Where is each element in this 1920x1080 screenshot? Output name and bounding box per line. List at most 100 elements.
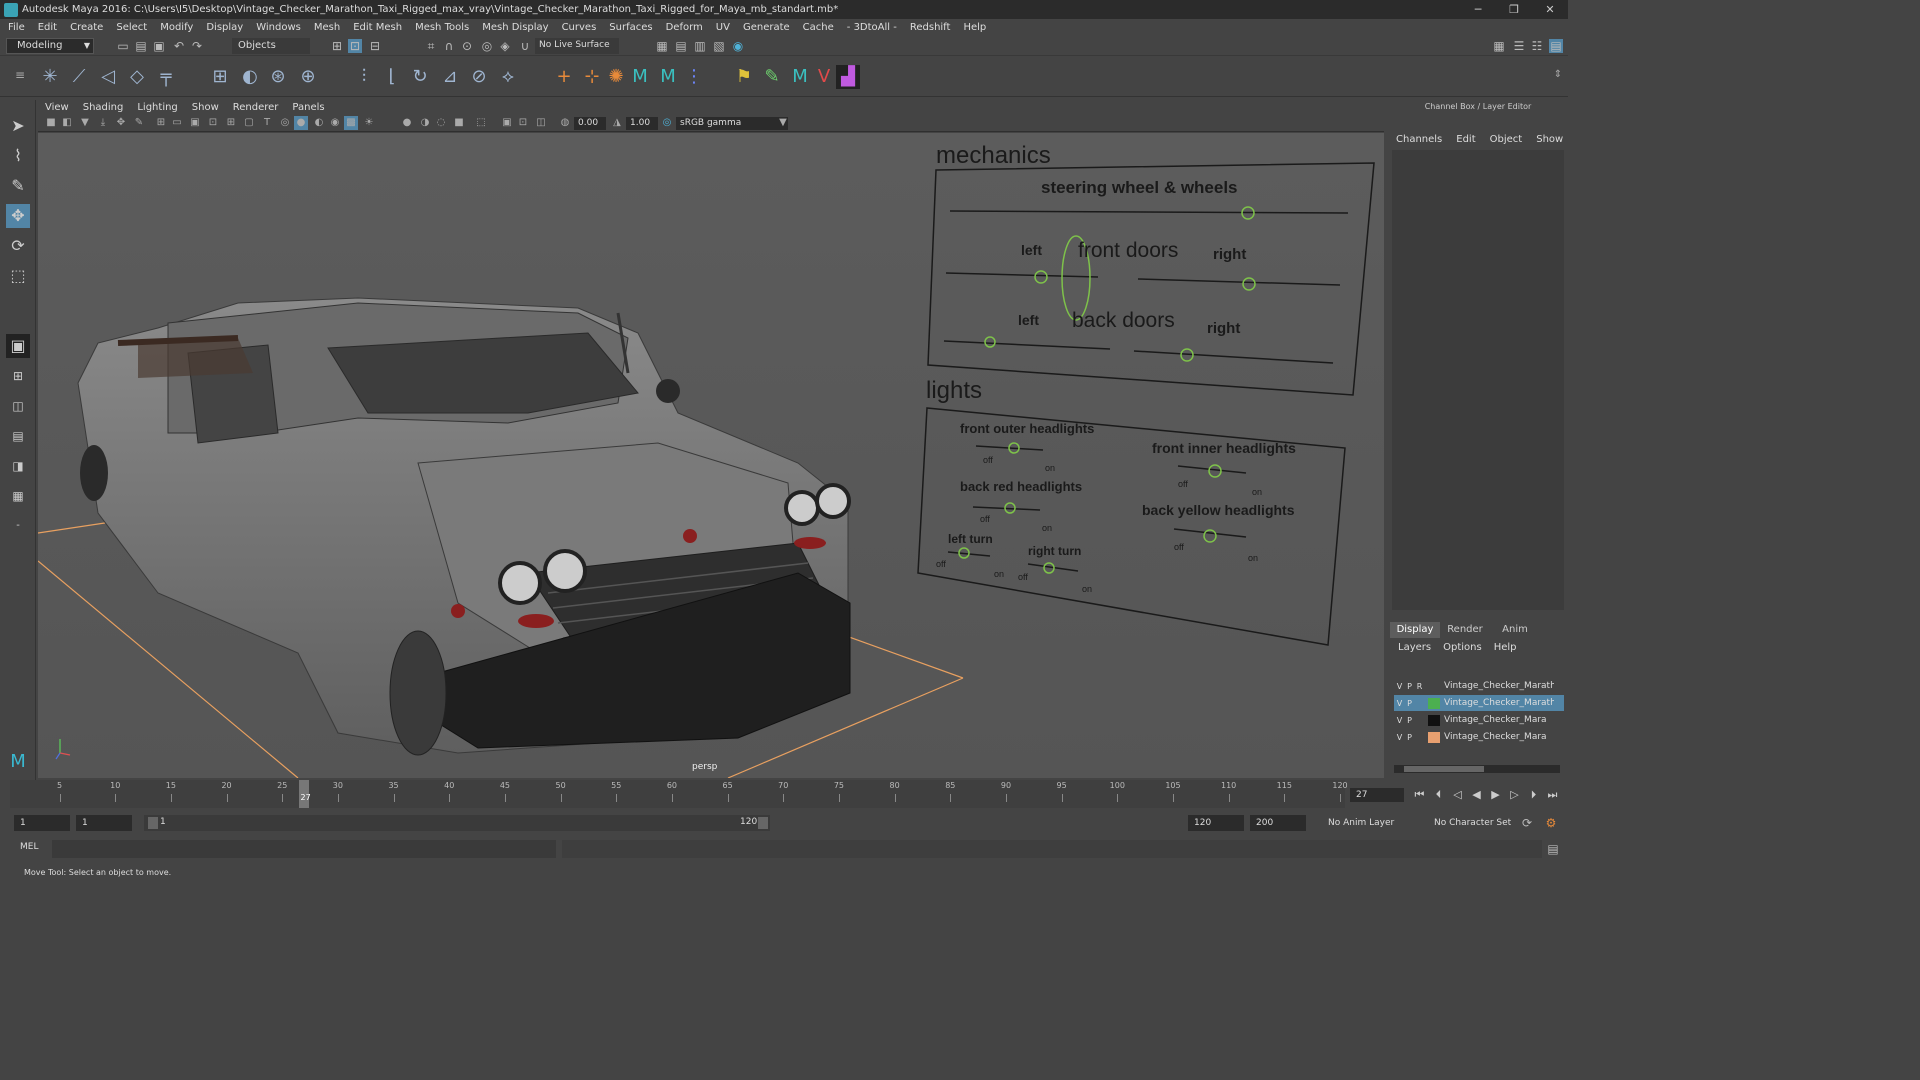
- command-input[interactable]: [52, 840, 556, 858]
- menu-redshift[interactable]: Redshift: [910, 22, 951, 33]
- safe-action-icon[interactable]: ▢: [242, 116, 256, 130]
- cv-curve-icon[interactable]: ⟋: [67, 65, 91, 89]
- layer-row[interactable]: V P Vintage_Checker_Mara: [1394, 712, 1564, 728]
- open-scene-icon[interactable]: ▤: [134, 39, 148, 53]
- smooth-shade-icon[interactable]: ●: [294, 116, 308, 130]
- playback-start-field[interactable]: 1: [76, 815, 132, 831]
- new-scene-icon[interactable]: ▭: [116, 39, 130, 53]
- auto-key-icon[interactable]: ⚙: [1544, 816, 1558, 830]
- modeling-toolkit-icon[interactable]: ▦: [1492, 39, 1506, 53]
- layer-color-swatch[interactable]: [1428, 731, 1440, 743]
- layer-playback-toggle[interactable]: P: [1405, 733, 1414, 742]
- menu-deform[interactable]: Deform: [666, 22, 703, 33]
- menu-cache[interactable]: Cache: [803, 22, 834, 33]
- render-view-icon[interactable]: ▦: [655, 39, 669, 53]
- snap-view-icon[interactable]: ◎: [480, 39, 494, 53]
- single-view-icon[interactable]: ▣: [6, 334, 30, 358]
- tab-display[interactable]: Display: [1390, 622, 1440, 638]
- menu-uv[interactable]: UV: [716, 22, 730, 33]
- menu-mesh-tools[interactable]: Mesh Tools: [415, 22, 469, 33]
- script-icon[interactable]: ⋮: [682, 65, 706, 89]
- script-editor-icon[interactable]: ▤: [1546, 842, 1560, 856]
- mel-label[interactable]: MEL: [20, 842, 38, 852]
- render-frame-icon[interactable]: ▤: [674, 39, 688, 53]
- step-back-frame-button[interactable]: ◁: [1448, 788, 1467, 802]
- shelf-menu-icon[interactable]: ≡: [8, 63, 32, 87]
- grease-pencil-icon[interactable]: ✎: [132, 116, 146, 130]
- character-set-dropdown[interactable]: No Character Set: [1430, 815, 1526, 831]
- camera-attributes-icon[interactable]: ◧: [60, 116, 74, 130]
- snap-surface-icon[interactable]: ◈: [498, 39, 512, 53]
- redo-icon[interactable]: ↷: [190, 39, 204, 53]
- orient-constraint-icon[interactable]: ✺: [604, 65, 628, 89]
- scale-tool-icon[interactable]: ⬚: [6, 264, 30, 288]
- xray-joints-icon[interactable]: ⊡: [516, 116, 530, 130]
- paint-select-icon[interactable]: ✎: [6, 174, 30, 198]
- selection-mask-dropdown[interactable]: Objects: [232, 38, 310, 54]
- xray-components-icon[interactable]: ◫: [534, 116, 548, 130]
- layout-hypershade-icon[interactable]: ◨: [6, 454, 30, 478]
- go-to-start-button[interactable]: ⏮: [1410, 788, 1429, 802]
- rotate-tool-icon[interactable]: ⟳: [6, 234, 30, 258]
- panel-menu-lighting[interactable]: Lighting: [137, 102, 177, 113]
- menu-file[interactable]: File: [8, 22, 25, 33]
- point-constraint-icon[interactable]: ⊹: [580, 65, 604, 89]
- menu-modify[interactable]: Modify: [160, 22, 193, 33]
- hypershade-icon[interactable]: ◉: [731, 39, 745, 53]
- go-to-end-button[interactable]: ⏭: [1543, 788, 1562, 802]
- panel-menu-panels[interactable]: Panels: [292, 102, 324, 113]
- animation-start-field[interactable]: 1: [14, 815, 70, 831]
- panel-menu-show[interactable]: Show: [192, 102, 219, 113]
- layer-row[interactable]: V P Vintage_Checker_Marath: [1394, 695, 1564, 711]
- wrap-icon[interactable]: ↻: [408, 65, 432, 89]
- menu-edit-mesh[interactable]: Edit Mesh: [353, 22, 402, 33]
- layout-more-icon[interactable]: -: [6, 514, 30, 538]
- layer-color-swatch[interactable]: [1428, 697, 1440, 709]
- menu-curves[interactable]: Curves: [562, 22, 597, 33]
- joint-tool-icon[interactable]: ⊞: [208, 65, 232, 89]
- 3dtoall-m2-icon[interactable]: M: [656, 65, 680, 89]
- step-forward-frame-button[interactable]: ▷: [1505, 788, 1524, 802]
- step-back-key-button[interactable]: ⏴: [1429, 788, 1448, 802]
- parent-constraint-icon[interactable]: +: [552, 65, 576, 89]
- paint-weights-icon[interactable]: ⊕: [296, 65, 320, 89]
- film-gate-icon[interactable]: ▭: [170, 116, 184, 130]
- use-all-lights-icon[interactable]: ☀: [362, 116, 376, 130]
- select-component-icon[interactable]: ⊟: [368, 39, 382, 53]
- snap-curve-icon[interactable]: ∩: [442, 39, 456, 53]
- range-end-handle[interactable]: [758, 817, 768, 829]
- layer-playback-toggle[interactable]: P: [1405, 716, 1414, 725]
- layout-custom-icon[interactable]: ▦: [6, 484, 30, 508]
- menuset-dropdown[interactable]: Modeling ▼: [6, 38, 94, 54]
- 3dtoall-m3-icon[interactable]: M: [788, 65, 812, 89]
- snap-point-icon[interactable]: ⊙: [460, 39, 474, 53]
- menu-3dtoall[interactable]: - 3DtoAll -: [847, 22, 897, 33]
- select-object-icon[interactable]: ⊡: [348, 39, 362, 53]
- layer-scrollbar[interactable]: [1394, 765, 1560, 773]
- menu-select[interactable]: Select: [116, 22, 147, 33]
- menu-display[interactable]: Display: [206, 22, 243, 33]
- cb-menu-edit[interactable]: Edit: [1456, 134, 1475, 145]
- timeline-track[interactable]: 5 10 15 20 25 30 35 40 45 50 55 60 65 70 75 80 85 90 95 100…: [10, 780, 1348, 808]
- wire-icon[interactable]: ⊘: [467, 65, 491, 89]
- panel-menu-view[interactable]: View: [45, 102, 69, 113]
- key-icon[interactable]: ⟳: [1520, 816, 1534, 830]
- ik-handle-icon[interactable]: ◐: [238, 65, 262, 89]
- ep-curve-icon[interactable]: ◁: [96, 65, 120, 89]
- bezier-curve-icon[interactable]: ◇: [125, 65, 149, 89]
- locator-icon[interactable]: ✳: [38, 65, 62, 89]
- channel-box-toggle-icon[interactable]: ▤: [1549, 39, 1563, 53]
- channel-box-area[interactable]: [1392, 150, 1564, 610]
- exposure-icon[interactable]: ◍: [558, 116, 572, 130]
- grid-icon[interactable]: ⊞: [154, 116, 168, 130]
- attribute-editor-icon[interactable]: ☰: [1512, 39, 1526, 53]
- layer-menu-layers[interactable]: Layers: [1398, 642, 1431, 653]
- cb-menu-show[interactable]: Show: [1536, 134, 1563, 145]
- menu-generate[interactable]: Generate: [743, 22, 790, 33]
- sculpt-icon[interactable]: ⟡: [496, 65, 520, 89]
- cb-menu-object[interactable]: Object: [1490, 134, 1523, 145]
- close-button[interactable]: ✕: [1532, 0, 1568, 19]
- snap-grid-icon[interactable]: ⌗: [424, 39, 438, 53]
- layer-color-swatch[interactable]: [1428, 680, 1440, 692]
- light-tool-icon[interactable]: ⚑: [732, 65, 756, 89]
